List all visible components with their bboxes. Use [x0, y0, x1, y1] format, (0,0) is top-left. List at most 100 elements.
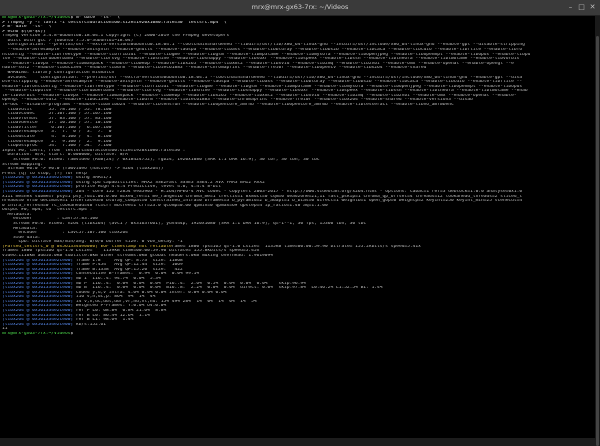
terminal-text-segment: [libx264 @ 0x561334e2ce00] — [2, 180, 76, 185]
terminal-text-segment: m* date "*ts*" \ — [75, 16, 120, 20]
terminal-text-segment: i16 v,h,dc,p: 86% 9% 1% 4% — [75, 295, 156, 300]
terminal-text-segment: Stream #0:0: Video: rawvideo (RGB[24] / … — [2, 157, 320, 162]
terminal-text-segment: Stream #0:0: Video: h264 (libx264) (avc1… — [2, 222, 367, 227]
terminal-text-segment: frame I:8 Avg QP: 8.73 size: 11868 — [75, 258, 183, 263]
terminal-text-segment: [libx264 @ 0x561334e2ce00] — [2, 318, 76, 323]
terminal-text-segment: EOF timestamp not reliable — [100, 244, 172, 249]
terminal-text-segment: [libx264 @ 0x561334e2ce00] — [2, 276, 76, 281]
terminal-text-segment: i4 v,h,dc,ddl,ddr,vr,hd,vl,hu: 15% 49% 2… — [75, 299, 257, 304]
terminal-text-segment: [libx264 @ 0x561334e2ce00] — [2, 290, 76, 295]
terminal-text-segment: libavfilter 6.107.100 / 6.107.100 — [2, 125, 112, 130]
close-button[interactable]: ✕ — [588, 3, 597, 12]
terminal-text-segment: Stream mapping: — [2, 162, 44, 167]
terminal-text-segment: Duration: N/A, start: 0.000000, bitrate:… — [2, 153, 128, 158]
terminal-text-segment: encoder : Lavf57.83.100 — [2, 217, 98, 222]
terminal-text-segment: WARNING: library configuration mismatch — [2, 70, 115, 75]
terminal-text-segment: avcodec configuration: --prefix=/usr --e… — [2, 75, 523, 80]
title-bar[interactable]: mrx@mrx-gx63-7rx: ~/Videos – □ ✕ — [0, 0, 600, 16]
terminal-text-segment: using cpu capabilities: MMX2 SSE2Fast SS… — [75, 180, 265, 185]
terminal-text-segment: [libx264 @ 0x561334e2ce00] — [2, 267, 76, 272]
scrollbar-thumb[interactable] — [596, 36, 599, 446]
terminal-text-segment: consecutive B-frames: 0.9% 0.0% 0.0% 99.… — [75, 272, 200, 277]
terminal-text-segment: > echo $((m-$s)) — [2, 29, 46, 34]
terminal-text-segment: Input #0, lavfi, from 'testsrc=duration=… — [2, 148, 186, 153]
terminal-text-segment: ref B L1: 98.6% 1.4% — [75, 318, 134, 323]
terminal-text-segment: [libx264 @ 0x561334e2ce00] — [2, 189, 76, 194]
maximize-button[interactable]: □ — [577, 3, 586, 12]
terminal-text-segment: [libx264 @ 0x561334e2ce00] — [2, 281, 76, 286]
terminal-text-segment: --enable-libvpx --enable-libwavpack --en… — [2, 61, 514, 66]
terminal-line: mrx@mrx-gx63-7rx:~/Videos$ — [2, 332, 594, 337]
terminal-text-segment: 0 intra_refresh=0 rc_lookahead=40 rc=crf… — [2, 203, 328, 208]
terminal-text-segment: [libx264 @ 0x561334e2ce00] — [2, 299, 76, 304]
terminal-text-segment: x111 me=hex subme=7 psy=1 psy_rd=1.00:0.… — [2, 194, 523, 199]
terminal-text-segment: Weighted P-Frames: Y:0.0% UV:0.0% — [75, 304, 167, 309]
terminal-text-segment: libavutil 55. 78.100 / 55. 78.100 — [2, 107, 112, 112]
terminal-text-segment: mb B I16..4: 0.0% 0.0% 0.0% B16..8: 2.2%… — [75, 286, 383, 291]
terminal-text-segment: libavformat 57. 83.100 / 57. 83.100 — [2, 116, 112, 121]
terminal-text-segment: opengl --enable-sdl2 --enable-libdc1394 … — [2, 98, 473, 103]
terminal-text-segment: mrx@mrx-gx63-7rx:~/Videos — [2, 16, 71, 20]
terminal-text-segment: lse --enable-librubberband --enable-libr… — [2, 57, 520, 62]
terminal-text-segment: Output #0, mp4, to 'testsrc.mp4': — [2, 208, 93, 213]
terminal-text-segment: [libx264 @ 0x561334e2ce00] — [2, 304, 76, 309]
terminal-text-segment: libpostproc 54. 7.100 / 54. 7.100 — [2, 144, 112, 149]
terminal-text-segment: built with gcc 7 (Ubuntu 7.5.0-3ubuntu1~… — [2, 38, 134, 43]
window-title: mrx@mrx-gx63-7rx: ~/Videos — [251, 3, 349, 11]
terminal-window: mrx@mrx-gx63-7rx: ~/Videos – □ ✕ mrx@mrx… — [0, 0, 600, 446]
terminal-text-segment: using SAR=1/1 — [75, 176, 112, 181]
terminal-text-segment: ref B L0: 86.4% 12.6% 1.1% — [75, 313, 150, 318]
terminal-output[interactable]: mrx@mrx-gx63-7rx:~/Videos$ m* date "*ts*… — [2, 16, 594, 436]
terminal-text-segment: ref P L0: 68.8% 0.8% 21.6% 8.8% — [75, 309, 167, 313]
terminal-text-segment: coded y,u,v intra: 4.6% 0.0% 0.0% inter:… — [75, 290, 227, 295]
terminal-text-segment: cpb: bitrate max/min/avg: 0/0/0 buffer s… — [2, 240, 183, 245]
terminal-text-segment: [libx264 @ 0x561334e2ce00] — [2, 295, 76, 300]
terminal-text-segment: > m* date "*ts*" \ — [2, 25, 52, 30]
terminal-text-segment: $ — [70, 331, 76, 336]
terminal-text-segment: Stream #0:0 -> #0:0 (rawvideo (native) -… — [2, 167, 164, 172]
terminal-text-segment: Metadata: — [2, 226, 38, 231]
terminal-text-segment: [libx264 @ 0x561334e2ce00] — [2, 185, 76, 190]
terminal-text-segment: kb/s:152.61 — [75, 322, 107, 327]
terminal-text-segment: frame P:454 Avg QP:12.44 size: 1069 — [75, 263, 183, 268]
terminal-text-segment: encoder : Lavc57.107.100 libx264 — [2, 231, 128, 236]
terminal-text-segment: frame B:1338 Avg QP:15.20 size: 422 — [75, 267, 183, 272]
terminal-text-segment: [libx264 @ 0x561334e2ce00] — [2, 313, 76, 318]
terminal-text-segment: [libx264 @ 0x561334e2ce00] — [2, 272, 76, 277]
terminal-text-segment: Side data: — [2, 235, 41, 240]
terminal-text-segment: libswresample 2. 9.100 / 2. 9.100 — [2, 139, 112, 144]
terminal-text-segment: 264 - core 152 r2854 e9a5903 - H.264/MPE… — [75, 189, 523, 194]
terminal-text-segment: ble-stripping --enable-avresample --enab… — [2, 80, 523, 85]
terminal-text-segment: [libx264 @ 0x561334e2ce00] — [2, 309, 76, 313]
terminal-text-segment: hreads=0 nr=0 decimate=1 interlaced=0 bl… — [2, 199, 523, 204]
terminal-text-segment: libavcodec 57.107.100 / 57.107.100 — [2, 112, 112, 117]
terminal-text-segment: configuration: --prefix=/usr --extra-ver… — [2, 43, 525, 48]
terminal-text-segment: le-doc --disable-programs --enable-libar… — [2, 102, 454, 107]
terminal-text-segment: Press [q] to stop, [?] for help — [2, 171, 87, 176]
terminal-text-segment: libswscale 4. 8.100 / 4. 8.100 — [2, 135, 112, 140]
terminal-text-segment: mb I I16..4: 94.7% 0.0% 5.3% — [75, 276, 161, 281]
terminal-text-segment: mb P I16..4: 0.0% 0.0% 0.0% P16..4: 2.6%… — [75, 281, 306, 286]
terminal-text-segment: [libx264 @ 0x561334e2ce00] — [2, 322, 76, 327]
terminal-text-segment: profile High 4:4:4 Predictive, level 4.0… — [75, 185, 222, 190]
terminal-text-segment: [libx264 @ 0x561334e2ce00] — [2, 176, 76, 181]
terminal-text-segment: > ffmpeg -y -f lavfi -i testsrc=duration… — [2, 20, 227, 25]
minimize-button[interactable]: – — [566, 3, 575, 12]
scrollbar-track[interactable] — [595, 16, 600, 446]
terminal-text-segment: rame= 1800 fps=165 q=-1.0 Lsize= 1135kB … — [171, 244, 421, 249]
terminal-text-segment: libavresample 3. 7. 0 / 3. 7. 0 — [2, 130, 112, 135]
terminal-text-segment: frame= 1800 fps=166 q=-1.0 Lsize= 1139kB… — [2, 249, 260, 254]
terminal-text-segment: ntconfig --enable-libfreetype --enable-l… — [2, 52, 531, 57]
terminal-text-segment: [libx264 @ 0x561334e2ce00] — [2, 286, 76, 291]
terminal-text-segment: --enable-libpulse --enable-librubberband… — [2, 89, 528, 94]
terminal-text-segment: Metadata: — [2, 212, 33, 217]
terminal-text-segment: le-libvorbis --enable-libvpx --enable-li… — [2, 93, 517, 98]
terminal-text-segment: [libx264 @ 0x561334e2ce00] — [2, 258, 76, 263]
terminal-text-segment: nable-sdl2 --enable-libdc1394 --enable-l… — [2, 66, 427, 71]
terminal-text-segment: [libx264 @ 0x561334e2ce00] — [2, 263, 76, 268]
terminal-text-segment: --enable-avresample --enable-avisynth --… — [2, 48, 523, 53]
terminal-text-segment: video:1116kB audio:0kB subtitle:0kB othe… — [2, 254, 274, 259]
terminal-text-segment: [Parsed_testsrc_0 @ 0x561334de0080] — [2, 244, 101, 249]
terminal-text-segment: libavdevice 57. 10.100 / 57. 10.100 — [2, 121, 112, 126]
terminal-text-segment: mrx@mrx-gx63-7rx:~/Videos — [2, 331, 71, 336]
